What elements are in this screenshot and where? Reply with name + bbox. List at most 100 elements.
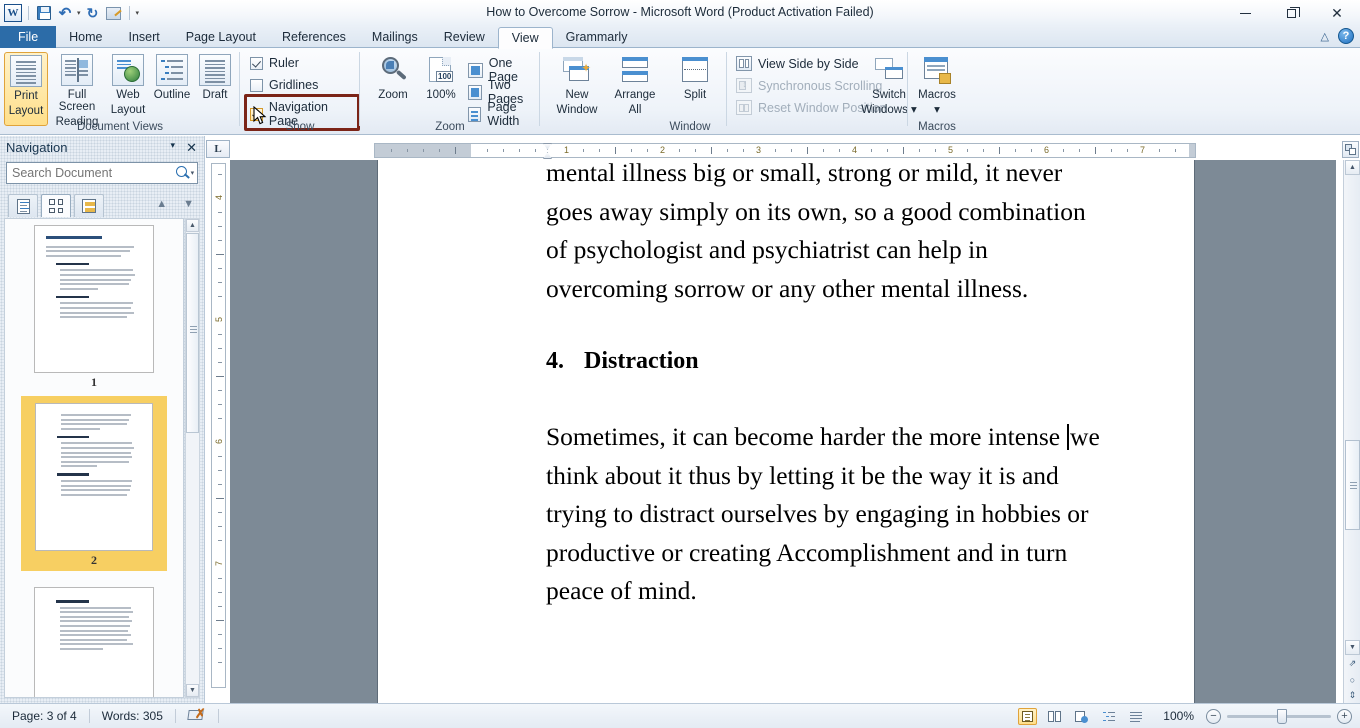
document-vertical-scrollbar[interactable]: ▲ ▼ ⇗ ○ ⇕ bbox=[1343, 160, 1360, 703]
divider bbox=[726, 52, 727, 126]
zoom-100-icon: 100 bbox=[425, 54, 457, 86]
full-screen-reading-label-line1: Full Screen bbox=[58, 89, 96, 113]
zoom-slider-track[interactable] bbox=[1227, 708, 1331, 724]
word-count[interactable]: Words: 305 bbox=[90, 709, 175, 723]
browse-results-tab[interactable] bbox=[74, 194, 104, 217]
undo-icon[interactable]: ↶ bbox=[56, 4, 74, 22]
tab-grammarly[interactable]: Grammarly bbox=[553, 26, 641, 48]
hanging-indent-marker[interactable] bbox=[543, 152, 552, 159]
ruler-mark-1: 1 bbox=[564, 145, 570, 155]
tab-stop-selector[interactable]: L bbox=[206, 140, 230, 158]
select-browse-object-icon[interactable]: ○ bbox=[1345, 672, 1360, 687]
split-button[interactable]: Split bbox=[670, 52, 720, 101]
macros-dropdown-icon[interactable]: ▾ bbox=[908, 104, 966, 116]
next-page-browse-icon[interactable]: ⇕ bbox=[1345, 688, 1360, 703]
tab-insert[interactable]: Insert bbox=[116, 26, 173, 48]
collapse-ribbon-icon[interactable]: △ bbox=[1321, 30, 1329, 43]
print-preview-icon[interactable] bbox=[105, 4, 123, 22]
vruler-mark-6: 6 bbox=[214, 438, 224, 444]
tab-page-layout[interactable]: Page Layout bbox=[173, 26, 269, 48]
paragraph-therapist[interactable]: mental illness big or small, strong or m… bbox=[546, 160, 1106, 308]
window-title: How to Overcome Sorrow - Microsoft Word … bbox=[486, 5, 874, 19]
scrollbar-thumb[interactable] bbox=[186, 233, 199, 433]
new-window-button[interactable]: ✦ New Window bbox=[548, 52, 606, 116]
zoom-out-button[interactable]: − bbox=[1206, 708, 1221, 724]
zoom-100-button[interactable]: 100 100% bbox=[418, 52, 464, 101]
search-icon[interactable] bbox=[173, 164, 187, 182]
draft-button[interactable]: Draft bbox=[194, 52, 236, 101]
document-page[interactable]: mental illness big or small, strong or m… bbox=[378, 160, 1194, 703]
zoom-button[interactable]: Zoom bbox=[368, 52, 418, 101]
first-line-indent-marker[interactable] bbox=[543, 143, 552, 150]
previous-page-icon[interactable]: ▲ bbox=[156, 198, 167, 210]
web-layout-view-button[interactable] bbox=[1072, 708, 1091, 725]
browse-headings-tab[interactable] bbox=[8, 194, 38, 217]
arrange-all-icon bbox=[619, 54, 651, 86]
outline-view-button[interactable] bbox=[1099, 708, 1118, 725]
document-canvas[interactable]: mental illness big or small, strong or m… bbox=[230, 160, 1336, 703]
scroll-up-icon[interactable]: ▲ bbox=[186, 219, 199, 232]
search-document-field[interactable]: ▾ bbox=[6, 162, 198, 184]
document-text-body[interactable]: mental illness big or small, strong or m… bbox=[546, 160, 1106, 611]
heading-distraction[interactable]: 4. Distraction bbox=[546, 344, 1106, 378]
full-screen-reading-button[interactable]: Full Screen Reading bbox=[48, 52, 106, 128]
print-layout-view-button[interactable] bbox=[1018, 707, 1038, 725]
scroll-down-icon[interactable]: ▼ bbox=[186, 684, 199, 697]
tab-mailings[interactable]: Mailings bbox=[359, 26, 431, 48]
help-icon[interactable]: ? bbox=[1338, 28, 1354, 44]
navigation-pane-options-icon[interactable]: ▾ bbox=[170, 140, 175, 151]
page-thumbnails-list[interactable]: 1 2 bbox=[4, 218, 184, 698]
zoom-in-button[interactable]: + bbox=[1337, 708, 1352, 724]
gridlines-checkbox[interactable] bbox=[250, 78, 263, 92]
zoom-slider-handle[interactable] bbox=[1277, 708, 1287, 724]
macros-button[interactable]: Macros ▾ bbox=[908, 52, 966, 116]
full-screen-reading-view-button[interactable] bbox=[1045, 708, 1064, 725]
scroll-down-icon[interactable]: ▼ bbox=[1345, 640, 1360, 655]
save-icon[interactable] bbox=[35, 4, 53, 22]
view-side-by-side-row[interactable]: View Side by Side bbox=[736, 56, 859, 71]
tab-review[interactable]: Review bbox=[431, 26, 498, 48]
next-page-icon[interactable]: ▼ bbox=[183, 198, 194, 210]
select-browse-object-button[interactable] bbox=[1342, 141, 1359, 158]
vertical-ruler[interactable]: 4 5 6 7 bbox=[211, 163, 226, 688]
ruler-checkbox-row[interactable]: Ruler bbox=[250, 56, 299, 70]
minimize-button[interactable] bbox=[1222, 0, 1268, 26]
zoom-slider[interactable]: − + bbox=[1206, 708, 1352, 724]
scrollbar-thumb[interactable] bbox=[1345, 440, 1360, 530]
previous-page-browse-icon[interactable]: ⇗ bbox=[1345, 656, 1360, 671]
customize-quick-access-icon[interactable]: ▾ bbox=[136, 9, 140, 17]
thumbnail-page-1[interactable]: 1 bbox=[5, 225, 183, 390]
status-bar-right: 100% − + bbox=[1018, 707, 1352, 725]
outline-button[interactable]: Outline bbox=[150, 52, 194, 101]
tab-home[interactable]: Home bbox=[56, 26, 115, 48]
tab-references[interactable]: References bbox=[269, 26, 359, 48]
horizontal-ruler[interactable]: 1 2 3 4 5 6 7 bbox=[374, 143, 1196, 167]
restore-button[interactable] bbox=[1268, 0, 1314, 26]
thumbnail-page-2[interactable]: 2 bbox=[5, 396, 183, 571]
arrange-all-button[interactable]: Arrange All bbox=[606, 52, 664, 116]
undo-dropdown-icon[interactable]: ▾ bbox=[77, 9, 81, 17]
draft-view-button[interactable] bbox=[1126, 708, 1145, 725]
scroll-up-icon[interactable]: ▲ bbox=[1345, 160, 1360, 175]
divider bbox=[128, 6, 130, 20]
redo-icon[interactable]: ↻ bbox=[84, 4, 102, 22]
proofing-status[interactable]: ✗ bbox=[176, 707, 218, 725]
tab-file[interactable]: File bbox=[0, 26, 57, 48]
search-input[interactable] bbox=[7, 166, 173, 180]
close-button[interactable]: ✕ bbox=[1314, 0, 1360, 26]
ruler-checkbox[interactable] bbox=[250, 56, 263, 70]
zoom-level[interactable]: 100% bbox=[1153, 709, 1198, 723]
word-application-window: W ↶ ▾ ↻ ▾ How to Overcome Sorrow - Micro… bbox=[0, 0, 1360, 728]
print-layout-button[interactable]: Print Layout bbox=[4, 52, 48, 126]
web-layout-button[interactable]: Web Layout bbox=[106, 52, 150, 116]
thumbnail-page-3[interactable] bbox=[5, 587, 183, 697]
word-logo-icon[interactable]: W bbox=[4, 4, 22, 22]
thumbnail-selection-highlight: 2 bbox=[21, 396, 167, 571]
page-indicator[interactable]: Page: 3 of 4 bbox=[0, 709, 89, 723]
gridlines-checkbox-row[interactable]: Gridlines bbox=[250, 78, 318, 92]
navigation-pane-scrollbar[interactable]: ▲ ▼ bbox=[185, 218, 200, 698]
navigation-pane-close-icon[interactable]: ✕ bbox=[186, 140, 197, 156]
tab-view[interactable]: View bbox=[497, 27, 553, 49]
browse-pages-tab[interactable] bbox=[41, 194, 71, 217]
paragraph-distraction[interactable]: Sometimes, it can become harder the more… bbox=[546, 418, 1106, 611]
